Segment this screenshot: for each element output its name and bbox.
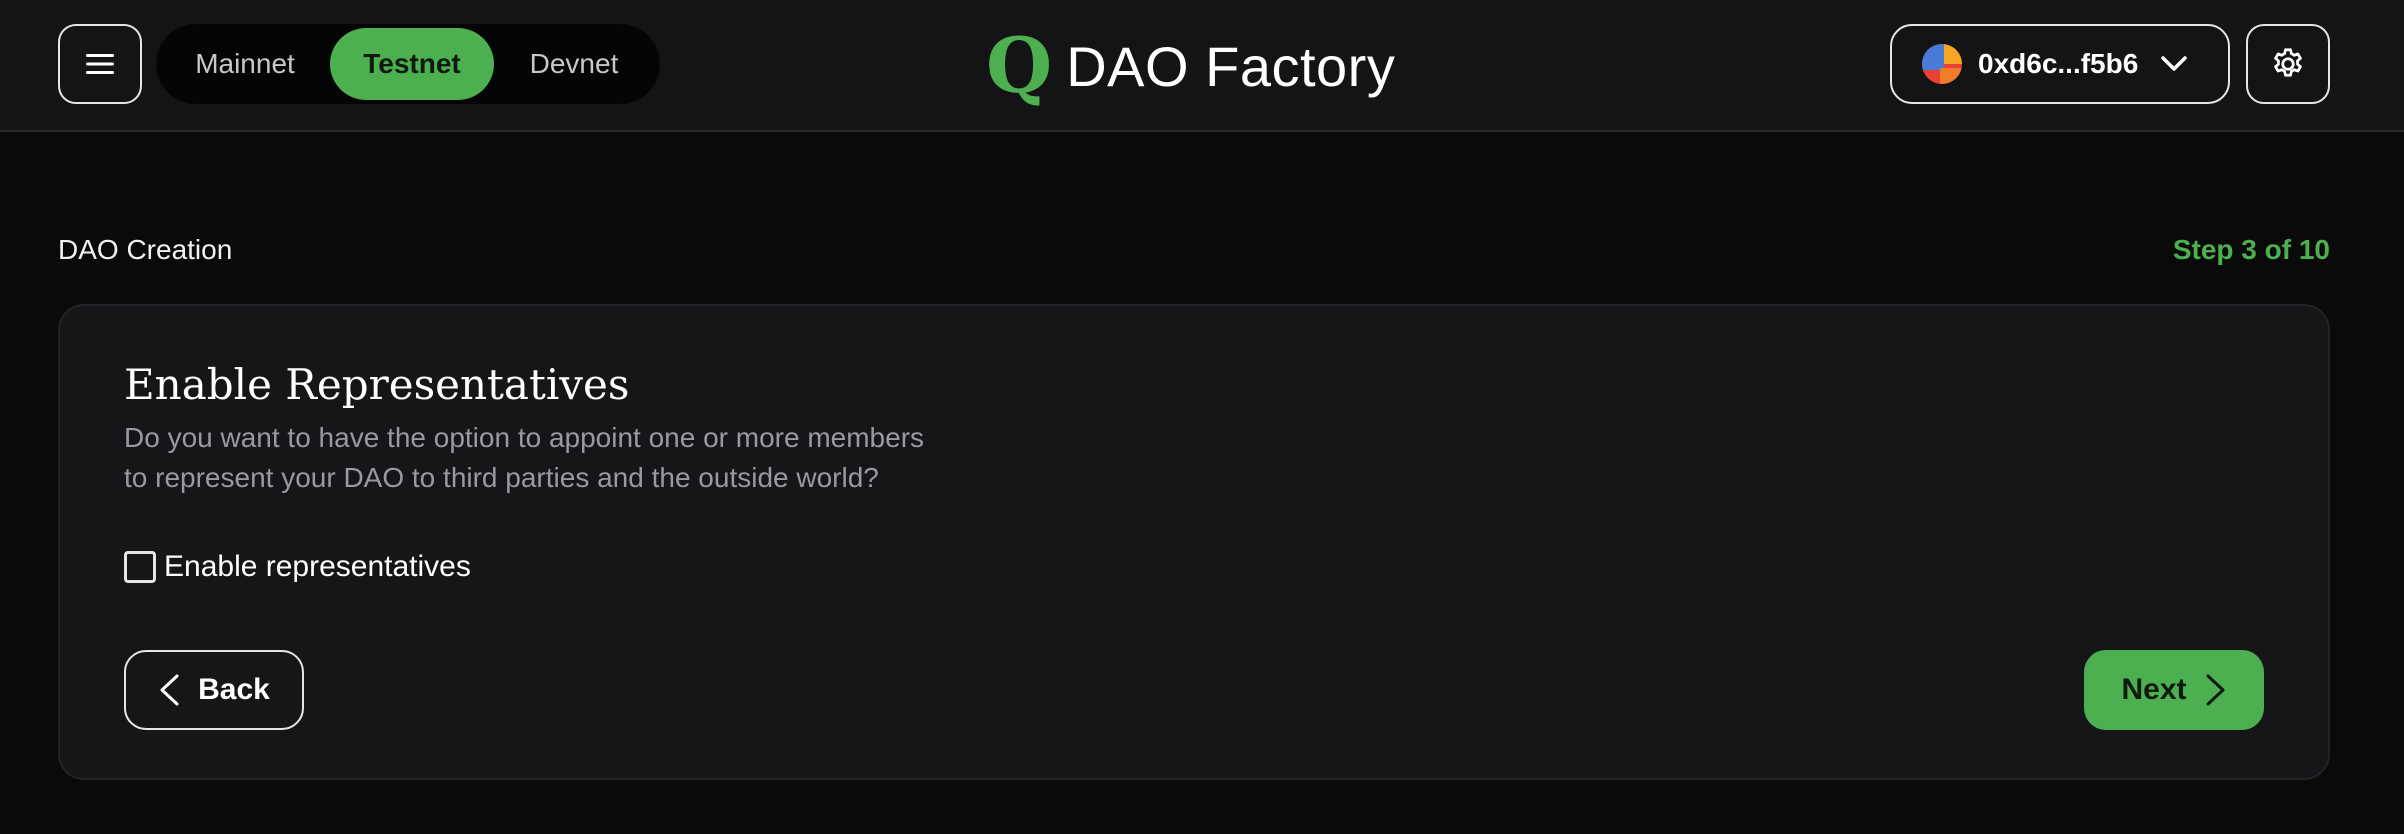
checkbox-label[interactable]: Enable representatives <box>164 550 471 584</box>
wallet-address: 0xd6c...f5b6 <box>1978 48 2139 79</box>
network-tab-devnet[interactable]: Devnet <box>494 28 654 100</box>
menu-button[interactable] <box>58 24 142 104</box>
step-card: Enable Representatives Do you want to ha… <box>58 304 2330 780</box>
back-button[interactable]: Back <box>124 650 304 730</box>
chevron-right-icon <box>2206 674 2225 706</box>
back-button-label: Back <box>198 673 270 706</box>
card-description-line-1: Do you want to have the option to appoin… <box>124 422 925 453</box>
chevron-down-icon <box>2161 56 2188 71</box>
card-title: Enable Representatives <box>124 360 630 409</box>
q-logo-icon: Q <box>986 21 1053 110</box>
wallet-avatar-icon <box>1922 44 1962 84</box>
breadcrumb: DAO Creation <box>58 234 233 265</box>
card-description: Do you want to have the option to appoin… <box>124 418 1024 498</box>
card-description-line-2: to represent your DAO to third parties a… <box>124 462 879 493</box>
chevron-left-icon <box>160 674 179 706</box>
checkbox-box[interactable] <box>124 551 156 583</box>
brand[interactable]: Q DAO Factory <box>986 24 1395 108</box>
next-button-label: Next <box>2121 673 2187 706</box>
app-title: DAO Factory <box>1066 34 1396 98</box>
wallet-button[interactable]: 0xd6c...f5b6 <box>1890 24 2230 104</box>
network-tab-testnet[interactable]: Testnet <box>330 28 494 100</box>
next-button[interactable]: Next <box>2084 650 2264 730</box>
network-tab-mainnet[interactable]: Mainnet <box>160 28 330 100</box>
network-switcher: Mainnet Testnet Devnet <box>156 24 660 104</box>
menu-icon <box>86 54 114 74</box>
settings-button[interactable] <box>2246 24 2330 104</box>
top-bar: Mainnet Testnet Devnet Q DAO Factory 0xd… <box>0 0 2404 132</box>
gear-icon <box>2274 48 2302 77</box>
enable-representatives-checkbox[interactable]: Enable representatives <box>124 550 471 584</box>
step-indicator: Step 3 of 10 <box>2172 234 2330 265</box>
